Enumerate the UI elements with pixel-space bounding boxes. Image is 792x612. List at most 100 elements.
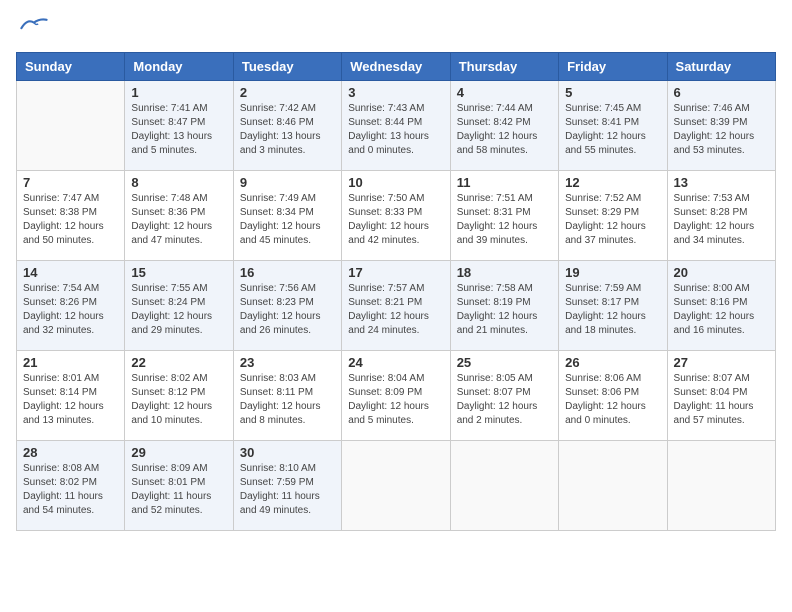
calendar-day-cell: 26Sunrise: 8:06 AMSunset: 8:06 PMDayligh… xyxy=(559,351,667,441)
day-number: 19 xyxy=(565,265,660,280)
day-number: 5 xyxy=(565,85,660,100)
day-info: Sunrise: 7:41 AMSunset: 8:47 PMDaylight:… xyxy=(131,102,226,158)
calendar-week-row: 14Sunrise: 7:54 AMSunset: 8:26 PMDayligh… xyxy=(17,261,776,351)
page-header xyxy=(16,16,776,40)
calendar-day-cell: 19 Sunrise: 7:59 AMSunset: 8:17 PMDayligh… xyxy=(559,261,667,351)
day-number: 16 xyxy=(240,265,335,280)
day-info: Sunrise: 8:02 AMSunset: 8:12 PMDaylight:… xyxy=(131,372,226,428)
calendar-header-tuesday: Tuesday xyxy=(233,53,341,81)
calendar-day-cell: 21 Sunrise: 8:01 AMSunset: 8:14 PMDayligh… xyxy=(17,351,125,441)
day-number: 10 xyxy=(348,175,443,190)
calendar-week-row: 21 Sunrise: 8:01 AMSunset: 8:14 PMDayligh… xyxy=(17,351,776,441)
day-info: Sunrise: 7:55 AMSunset: 8:24 PMDaylight:… xyxy=(131,282,226,338)
calendar-day-cell: 6 Sunrise: 7:46 AMSunset: 8:39 PMDaylight… xyxy=(667,81,775,171)
calendar-day-cell: 10 Sunrise: 7:50 AMSunset: 8:33 PMDayligh… xyxy=(342,171,450,261)
calendar-day-cell: 13 Sunrise: 7:53 AMSunset: 8:28 PMDayligh… xyxy=(667,171,775,261)
calendar-header-wednesday: Wednesday xyxy=(342,53,450,81)
calendar-day-cell: 2 Sunrise: 7:42 AMSunset: 8:46 PMDaylight… xyxy=(233,81,341,171)
day-info: Sunrise: 7:44 AMSunset: 8:42 PMDaylight:… xyxy=(457,102,552,158)
day-info: Sunrise: 7:53 AMSunset: 8:28 PMDaylight:… xyxy=(674,192,769,248)
calendar-week-row: 7 Sunrise: 7:47 AMSunset: 8:38 PMDaylight… xyxy=(17,171,776,261)
calendar-day-cell: 30 Sunrise: 8:10 AMSunset: 7:59 PMDayligh… xyxy=(233,441,341,531)
calendar-header-saturday: Saturday xyxy=(667,53,775,81)
day-info: Sunrise: 8:03 AMSunset: 8:11 PMDaylight:… xyxy=(240,372,335,428)
day-info: Sunrise: 8:04 AMSunset: 8:09 PMDaylight:… xyxy=(348,372,443,428)
calendar-header-sunday: Sunday xyxy=(17,53,125,81)
calendar-day-cell: 4 Sunrise: 7:44 AMSunset: 8:42 PMDaylight… xyxy=(450,81,558,171)
day-number: 13 xyxy=(674,175,769,190)
calendar-day-cell: 20 Sunrise: 8:00 AMSunset: 8:16 PMDayligh… xyxy=(667,261,775,351)
day-number: 24 xyxy=(348,355,443,370)
calendar-day-cell: 18 Sunrise: 7:58 AMSunset: 8:19 PMDayligh… xyxy=(450,261,558,351)
day-number: 25 xyxy=(457,355,552,370)
calendar-day-cell xyxy=(17,81,125,171)
day-info: Sunrise: 8:01 AMSunset: 8:14 PMDaylight:… xyxy=(23,372,118,428)
calendar-day-cell xyxy=(450,441,558,531)
calendar-day-cell: 28Sunrise: 8:08 AMSunset: 8:02 PMDayligh… xyxy=(17,441,125,531)
day-info: Sunrise: 7:58 AMSunset: 8:19 PMDaylight:… xyxy=(457,282,552,338)
day-number: 27 xyxy=(674,355,769,370)
day-number: 30 xyxy=(240,445,335,460)
day-number: 23 xyxy=(240,355,335,370)
calendar-day-cell: 29 Sunrise: 8:09 AMSunset: 8:01 PMDayligh… xyxy=(125,441,233,531)
calendar-day-cell: 7 Sunrise: 7:47 AMSunset: 8:38 PMDaylight… xyxy=(17,171,125,261)
day-number: 8 xyxy=(131,175,226,190)
day-number: 18 xyxy=(457,265,552,280)
day-number: 9 xyxy=(240,175,335,190)
day-number: 3 xyxy=(348,85,443,100)
day-number: 12 xyxy=(565,175,660,190)
day-info: Sunrise: 7:46 AMSunset: 8:39 PMDaylight:… xyxy=(674,102,769,158)
day-number: 6 xyxy=(674,85,769,100)
logo xyxy=(16,16,48,40)
calendar-day-cell: 5 Sunrise: 7:45 AMSunset: 8:41 PMDaylight… xyxy=(559,81,667,171)
day-number: 20 xyxy=(674,265,769,280)
day-info: Sunrise: 7:42 AMSunset: 8:46 PMDaylight:… xyxy=(240,102,335,158)
day-number: 17 xyxy=(348,265,443,280)
calendar-day-cell: 24 Sunrise: 8:04 AMSunset: 8:09 PMDayligh… xyxy=(342,351,450,441)
day-info: Sunrise: 7:56 AMSunset: 8:23 PMDaylight:… xyxy=(240,282,335,338)
calendar-day-cell: 9 Sunrise: 7:49 AMSunset: 8:34 PMDaylight… xyxy=(233,171,341,261)
day-number: 15 xyxy=(131,265,226,280)
logo-bird-icon xyxy=(20,15,48,33)
day-info: Sunrise: 8:10 AMSunset: 7:59 PMDaylight:… xyxy=(240,462,335,518)
calendar-week-row: 1 Sunrise: 7:41 AMSunset: 8:47 PMDaylight… xyxy=(17,81,776,171)
calendar-day-cell: 16 Sunrise: 7:56 AMSunset: 8:23 PMDayligh… xyxy=(233,261,341,351)
day-info: Sunrise: 8:06 AMSunset: 8:06 PMDaylight:… xyxy=(565,372,660,428)
day-info: Sunrise: 8:00 AMSunset: 8:16 PMDaylight:… xyxy=(674,282,769,338)
calendar-day-cell: 23 Sunrise: 8:03 AMSunset: 8:11 PMDayligh… xyxy=(233,351,341,441)
calendar-day-cell: 25Sunrise: 8:05 AMSunset: 8:07 PMDayligh… xyxy=(450,351,558,441)
day-info: Sunrise: 7:59 AMSunset: 8:17 PMDaylight:… xyxy=(565,282,660,338)
day-number: 1 xyxy=(131,85,226,100)
day-info: Sunrise: 7:49 AMSunset: 8:34 PMDaylight:… xyxy=(240,192,335,248)
day-info: Sunrise: 7:51 AMSunset: 8:31 PMDaylight:… xyxy=(457,192,552,248)
day-info: Sunrise: 7:47 AMSunset: 8:38 PMDaylight:… xyxy=(23,192,118,248)
calendar-week-row: 28Sunrise: 8:08 AMSunset: 8:02 PMDayligh… xyxy=(17,441,776,531)
day-info: Sunrise: 8:08 AMSunset: 8:02 PMDaylight:… xyxy=(23,462,118,518)
day-number: 29 xyxy=(131,445,226,460)
day-info: Sunrise: 8:07 AMSunset: 8:04 PMDaylight:… xyxy=(674,372,769,428)
calendar-table: SundayMondayTuesdayWednesdayThursdayFrid… xyxy=(16,52,776,531)
calendar-header-row: SundayMondayTuesdayWednesdayThursdayFrid… xyxy=(17,53,776,81)
day-info: Sunrise: 7:54 AMSunset: 8:26 PMDaylight:… xyxy=(23,282,118,338)
day-info: Sunrise: 8:09 AMSunset: 8:01 PMDaylight:… xyxy=(131,462,226,518)
calendar-day-cell: 27 Sunrise: 8:07 AMSunset: 8:04 PMDayligh… xyxy=(667,351,775,441)
day-number: 7 xyxy=(23,175,118,190)
day-info: Sunrise: 7:45 AMSunset: 8:41 PMDaylight:… xyxy=(565,102,660,158)
day-number: 22 xyxy=(131,355,226,370)
calendar-day-cell: 1 Sunrise: 7:41 AMSunset: 8:47 PMDaylight… xyxy=(125,81,233,171)
calendar-day-cell xyxy=(559,441,667,531)
day-number: 4 xyxy=(457,85,552,100)
calendar-day-cell: 17 Sunrise: 7:57 AMSunset: 8:21 PMDayligh… xyxy=(342,261,450,351)
calendar-day-cell xyxy=(342,441,450,531)
calendar-day-cell: 22 Sunrise: 8:02 AMSunset: 8:12 PMDayligh… xyxy=(125,351,233,441)
day-number: 21 xyxy=(23,355,118,370)
calendar-day-cell: 15 Sunrise: 7:55 AMSunset: 8:24 PMDayligh… xyxy=(125,261,233,351)
day-info: Sunrise: 7:50 AMSunset: 8:33 PMDaylight:… xyxy=(348,192,443,248)
day-number: 2 xyxy=(240,85,335,100)
day-info: Sunrise: 7:43 AMSunset: 8:44 PMDaylight:… xyxy=(348,102,443,158)
calendar-header-monday: Monday xyxy=(125,53,233,81)
day-info: Sunrise: 7:57 AMSunset: 8:21 PMDaylight:… xyxy=(348,282,443,338)
day-number: 11 xyxy=(457,175,552,190)
calendar-day-cell xyxy=(667,441,775,531)
day-info: Sunrise: 7:48 AMSunset: 8:36 PMDaylight:… xyxy=(131,192,226,248)
